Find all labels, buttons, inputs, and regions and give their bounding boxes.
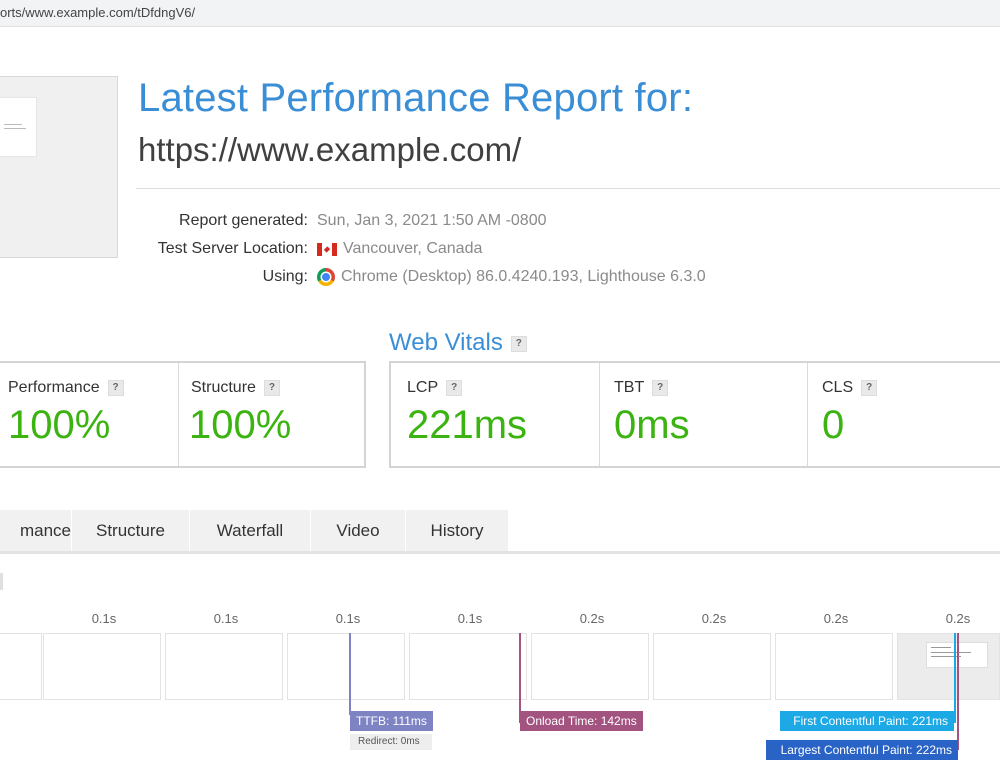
server-location-label: Test Server Location: xyxy=(157,240,308,257)
tested-url: https://www.example.com/ xyxy=(138,131,522,168)
filmstrip-frame[interactable] xyxy=(287,633,405,700)
redirect-label: Redirect: 0ms xyxy=(350,734,432,750)
time-tick: 0.2s xyxy=(701,611,727,626)
canada-flag-icon xyxy=(317,242,337,256)
using-label: Using: xyxy=(262,268,308,285)
onload-marker-line xyxy=(519,633,521,723)
filmstrip-frame[interactable] xyxy=(165,633,283,700)
tbt-metric: TBT? 0ms xyxy=(600,363,808,466)
tab-structure[interactable]: Structure xyxy=(72,510,190,551)
cls-metric: CLS? 0 xyxy=(808,363,1000,466)
cls-value: 0 xyxy=(822,403,845,447)
fcp-label: First Contentful Paint: 221ms xyxy=(780,711,954,731)
filmstrip-frame[interactable] xyxy=(43,633,161,700)
cls-label: CLS xyxy=(822,379,854,396)
help-icon[interactable]: ? xyxy=(446,379,463,396)
performance-label: Performance xyxy=(8,379,100,396)
using-value: Chrome (Desktop) 86.0.4240.193, Lighthou… xyxy=(317,268,706,286)
onload-label: Onload Time: 142ms xyxy=(520,711,643,731)
filmstrip-frame[interactable] xyxy=(653,633,771,700)
web-vitals-panel: LCP? 221ms TBT? 0ms CLS? 0 xyxy=(389,361,1000,468)
filmstrip-frame[interactable] xyxy=(531,633,649,700)
server-location-text: Vancouver, Canada xyxy=(343,240,483,257)
tab-waterfall[interactable]: Waterfall xyxy=(190,510,311,551)
help-icon[interactable]: ? xyxy=(652,379,669,396)
address-bar-url: orts/www.example.com/tDfdngV6/ xyxy=(0,5,196,20)
gtmetrix-grade-panel: Performance? 100% Structure? 100% xyxy=(0,361,366,468)
help-icon[interactable]: ? xyxy=(263,379,280,396)
lcp-label: LCP xyxy=(407,379,439,396)
web-vitals-heading: Web Vitals? xyxy=(389,329,527,357)
time-tick: 0.1s xyxy=(335,611,361,626)
filmstrip-frame[interactable] xyxy=(775,633,893,700)
report-tabs: mance Structure Waterfall Video History xyxy=(0,510,1000,552)
using-text: Chrome (Desktop) 86.0.4240.193, Lighthou… xyxy=(341,268,706,285)
using-row: Using: Chrome (Desktop) 86.0.4240.193, L… xyxy=(0,268,1000,290)
server-location-value: Vancouver, Canada xyxy=(317,240,482,258)
filmstrip-frame[interactable] xyxy=(409,633,527,700)
lcp-metric: LCP? 221ms xyxy=(391,363,600,466)
performance-value: 100% xyxy=(8,403,111,447)
filmstrip-frame[interactable] xyxy=(0,633,42,700)
time-tick: 0.2s xyxy=(945,611,971,626)
time-tick: 0.1s xyxy=(91,611,117,626)
help-icon[interactable]: ? xyxy=(861,379,878,396)
time-tick: 0.2s xyxy=(823,611,849,626)
time-tick: 0.1s xyxy=(213,611,239,626)
tbt-label: TBT xyxy=(614,379,645,396)
structure-score: Structure? 100% xyxy=(179,363,364,466)
performance-score: Performance? 100% xyxy=(0,363,179,466)
fcp-marker-line xyxy=(954,633,956,723)
tbt-value: 0ms xyxy=(614,403,690,447)
address-bar[interactable]: orts/www.example.com/tDfdngV6/ xyxy=(0,0,1000,27)
time-tick: 0.2s xyxy=(579,611,605,626)
web-vitals-title: Web Vitals xyxy=(389,329,503,356)
filmstrip-control[interactable] xyxy=(0,573,3,590)
lcp-label: Largest Contentful Paint: 222ms xyxy=(766,740,958,760)
server-location-row: Test Server Location: Vancouver, Canada xyxy=(0,240,1000,262)
help-icon[interactable]: ? xyxy=(107,379,124,396)
structure-label: Structure xyxy=(191,379,256,396)
report-generated-row: Report generated: Sun, Jan 3, 2021 1:50 … xyxy=(0,212,1000,234)
time-tick: 0.1s xyxy=(457,611,483,626)
ttfb-label: TTFB: 111ms xyxy=(350,711,433,731)
tab-history[interactable]: History xyxy=(406,510,509,551)
page-title: Latest Performance Report for: xyxy=(138,76,694,120)
report-generated-value: Sun, Jan 3, 2021 1:50 AM -0800 xyxy=(317,212,547,230)
tab-video[interactable]: Video xyxy=(311,510,406,551)
help-icon[interactable]: ? xyxy=(510,335,527,352)
tab-performance[interactable]: mance xyxy=(0,510,72,551)
report-generated-text: Sun, Jan 3, 2021 1:50 AM -0800 xyxy=(317,212,547,229)
report-generated-label: Report generated: xyxy=(179,212,308,229)
lcp-value: 221ms xyxy=(407,403,528,447)
lcp-marker-line xyxy=(957,633,959,750)
ttfb-marker-line xyxy=(349,633,351,715)
tabs-underline xyxy=(0,551,1000,554)
structure-value: 100% xyxy=(189,403,292,447)
chrome-icon xyxy=(317,268,335,286)
header-divider xyxy=(136,188,1000,189)
filmstrip-frame-loaded[interactable] xyxy=(897,633,1000,700)
